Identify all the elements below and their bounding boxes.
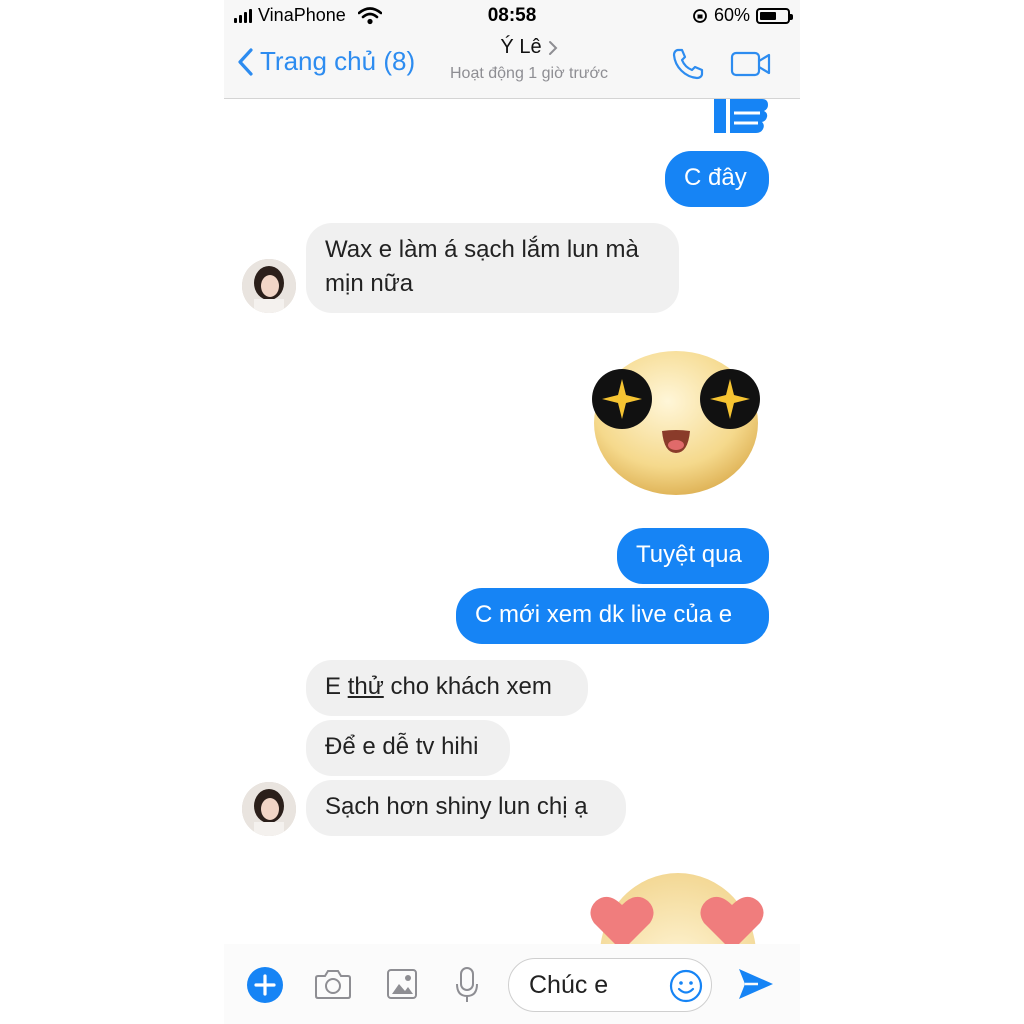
star-eyes-emoji[interactable] xyxy=(590,343,762,497)
message-bubble-outgoing[interactable]: C mới xem dk live của e xyxy=(456,588,769,644)
profile-photo xyxy=(242,259,296,313)
messenger-screen: VinaPhone 08:58 60% Trang chủ (8) Ý Lê H… xyxy=(224,0,800,1024)
status-bar: VinaPhone 08:58 60% xyxy=(224,0,800,30)
back-button[interactable]: Trang chủ (8) xyxy=(236,46,415,77)
message-bubble-incoming[interactable]: Wax e làm á sạch lắm lun mà mịn nữa xyxy=(306,223,679,313)
phone-call-icon[interactable] xyxy=(670,46,706,82)
message-bubble-incoming[interactable]: Sạch hơn shiny lun chị ạ xyxy=(306,780,626,836)
camera-icon[interactable] xyxy=(314,968,352,1000)
message-bubble-outgoing[interactable]: Tuyệt qua xyxy=(617,528,769,584)
avatar[interactable] xyxy=(242,259,296,313)
status-right: 60% xyxy=(692,5,793,26)
active-status: Hoạt động 1 giờ trước xyxy=(450,65,608,82)
message-bubble-incoming[interactable]: E thử cho khách xem xyxy=(306,660,588,716)
heart-eyes-emoji[interactable] xyxy=(586,871,770,944)
gallery-icon[interactable] xyxy=(386,968,418,1000)
profile-photo xyxy=(242,782,296,836)
message-line: Wax e làm á sạch lắm lun mà xyxy=(325,236,639,263)
contact-info[interactable]: Ý Lê Hoạt động 1 giờ trước xyxy=(424,36,634,83)
microphone-icon[interactable] xyxy=(454,966,480,1004)
message-input-value: Chúc e xyxy=(529,971,609,999)
emoji-icon[interactable] xyxy=(669,969,703,1003)
message-bubble-outgoing[interactable]: C đây xyxy=(665,151,769,207)
message-input[interactable]: Chúc e xyxy=(508,958,712,1012)
message-bubble-incoming[interactable]: Để e dễ tv hihi xyxy=(306,720,510,776)
contact-name: Ý Lê xyxy=(500,36,542,58)
thumbs-up-icon xyxy=(714,99,768,133)
message-list[interactable]: C đây Wax e làm á sạch lắm lun mà mịn nữ… xyxy=(224,99,800,944)
add-icon[interactable] xyxy=(246,966,284,1004)
video-call-icon[interactable] xyxy=(730,50,772,78)
send-icon[interactable] xyxy=(736,966,776,1002)
composer-bar: Chúc e xyxy=(224,944,800,1024)
chevron-left-icon xyxy=(238,47,253,76)
message-line: mịn nữa xyxy=(325,270,414,297)
underlined-word[interactable]: thử xyxy=(348,673,384,700)
back-label: Trang chủ (8) xyxy=(260,46,416,76)
chevron-right-icon xyxy=(548,40,557,55)
conversation-header: Trang chủ (8) Ý Lê Hoạt động 1 giờ trước xyxy=(224,30,800,99)
battery-percent: 60% xyxy=(713,5,750,25)
battery-fill xyxy=(760,11,776,20)
avatar[interactable] xyxy=(242,782,296,836)
battery-icon xyxy=(756,7,793,24)
orientation-lock-icon xyxy=(693,8,707,23)
